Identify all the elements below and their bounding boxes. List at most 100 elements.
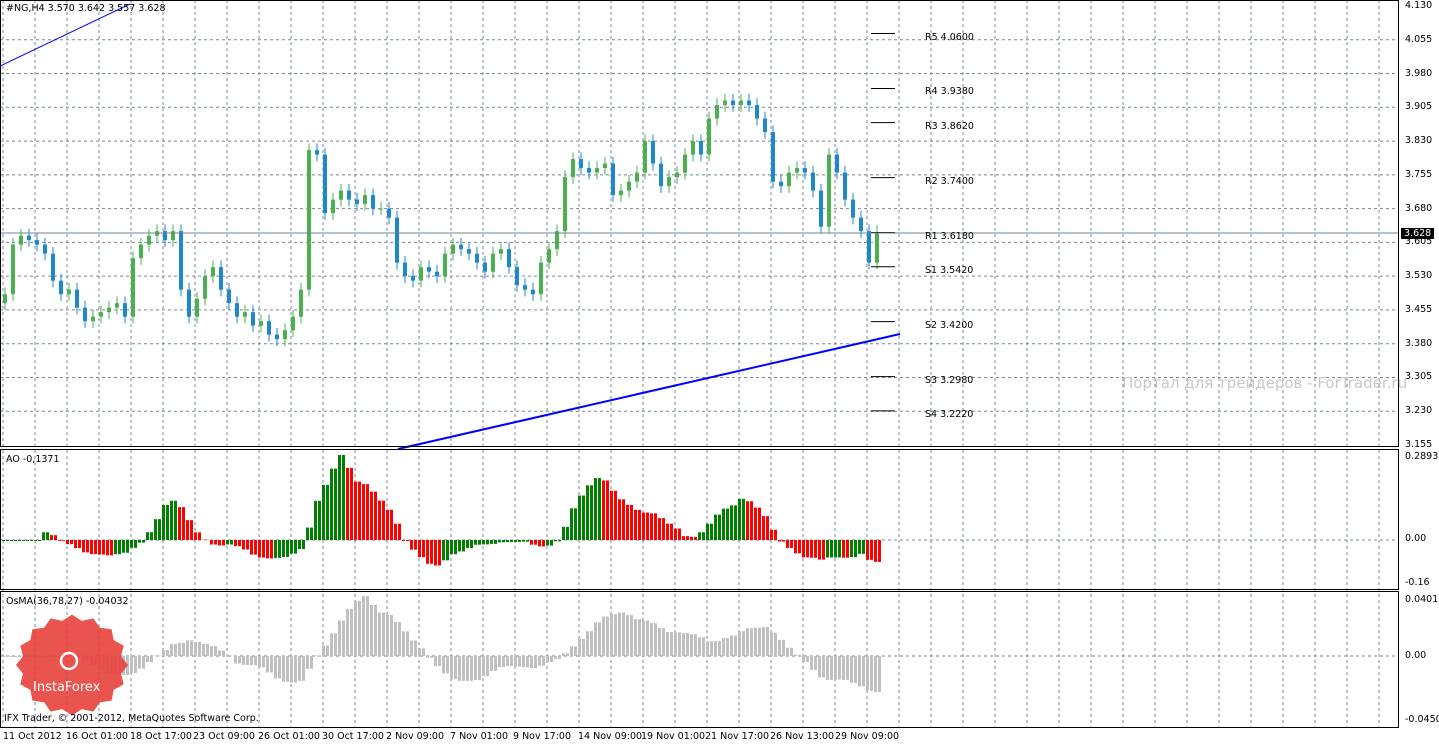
osma-bar bbox=[166, 649, 169, 656]
ao-bar bbox=[218, 540, 221, 546]
osma-bar bbox=[838, 656, 841, 680]
candle-body bbox=[739, 100, 743, 106]
osma-bar bbox=[670, 632, 673, 656]
candle-body bbox=[227, 289, 231, 304]
ao-histogram bbox=[2, 455, 881, 566]
osma-bar bbox=[6, 656, 9, 657]
ao-bar bbox=[498, 540, 501, 543]
ao-bar bbox=[382, 500, 385, 540]
ao-bar bbox=[14, 540, 17, 541]
osma-bar bbox=[690, 634, 693, 656]
price-axis-label: 3.680 bbox=[1405, 202, 1433, 214]
ao-bar bbox=[366, 484, 369, 540]
osma-bar bbox=[694, 634, 697, 656]
ao-bar bbox=[590, 485, 593, 540]
ao-bar bbox=[518, 540, 521, 542]
candle-body bbox=[379, 208, 383, 210]
ao-bar bbox=[2, 540, 5, 541]
ao-bar bbox=[670, 523, 673, 540]
osma-bar bbox=[358, 600, 361, 656]
osma-bar bbox=[686, 633, 689, 656]
osma-bar bbox=[778, 639, 781, 656]
candle-body bbox=[603, 163, 607, 169]
candle-body bbox=[203, 276, 207, 299]
chart-canvas[interactable] bbox=[0, 0, 1439, 745]
candle-body bbox=[699, 141, 703, 155]
osma-bar bbox=[346, 608, 349, 656]
candle-body bbox=[619, 190, 623, 196]
candle-body bbox=[435, 271, 439, 277]
osma-bar bbox=[498, 656, 501, 667]
ao-bar bbox=[610, 490, 613, 540]
ao-bar bbox=[294, 540, 297, 554]
osma-bar bbox=[706, 641, 709, 656]
ao-bar bbox=[514, 540, 517, 542]
osma-bar bbox=[834, 656, 837, 680]
ao-bar bbox=[790, 540, 793, 548]
candle-body bbox=[35, 240, 39, 245]
osma-bar bbox=[170, 644, 173, 656]
candle-body bbox=[635, 172, 639, 182]
ao-bar bbox=[654, 513, 657, 540]
ao-bar bbox=[174, 500, 177, 540]
candle-body bbox=[579, 159, 583, 169]
ao-bar bbox=[774, 529, 777, 540]
pivot-label: R3 3.8620 bbox=[925, 120, 974, 132]
ao-label: AO -0,1371 bbox=[6, 454, 60, 465]
ao-bar bbox=[298, 540, 301, 550]
osma-bar bbox=[250, 656, 253, 666]
osma-bar bbox=[510, 656, 513, 666]
time-axis-label: 21 Nov 17:00 bbox=[705, 731, 770, 742]
pivot-label: S2 3.4200 bbox=[925, 319, 974, 331]
osma-bar bbox=[338, 620, 341, 656]
candle-body bbox=[163, 231, 167, 241]
candle-body bbox=[755, 105, 759, 119]
osma-bar bbox=[206, 643, 209, 656]
trendline-lower[interactable] bbox=[397, 333, 901, 450]
ao-bar bbox=[38, 540, 41, 541]
candle-body bbox=[467, 249, 471, 254]
osma-bar bbox=[646, 620, 649, 656]
candle-body bbox=[747, 100, 751, 106]
ao-bar bbox=[826, 540, 829, 558]
ao-bar bbox=[386, 509, 389, 540]
osma-bar bbox=[862, 656, 865, 687]
osma-bar bbox=[178, 642, 181, 656]
candle-body bbox=[507, 249, 511, 268]
ao-bar bbox=[682, 536, 685, 540]
osma-bar bbox=[394, 621, 397, 656]
osma-bar bbox=[286, 656, 289, 682]
osma-bar bbox=[774, 632, 777, 656]
osma-bar bbox=[310, 656, 313, 669]
osma-bar bbox=[446, 656, 449, 674]
ao-bar bbox=[62, 540, 65, 541]
ao-bar bbox=[278, 540, 281, 558]
osma-bar bbox=[186, 640, 189, 656]
osma-bar bbox=[610, 614, 613, 656]
ao-bar bbox=[438, 540, 441, 566]
candle-body bbox=[75, 289, 79, 308]
ao-bar bbox=[770, 529, 773, 540]
panel-borders bbox=[0, 0, 1399, 728]
ao-bar bbox=[394, 523, 397, 540]
ao-bar bbox=[70, 540, 73, 545]
osma-bar bbox=[794, 654, 797, 656]
ao-bar bbox=[238, 540, 241, 547]
ao-bar bbox=[738, 498, 741, 540]
osma-bar bbox=[858, 656, 861, 687]
candle-body bbox=[859, 217, 863, 232]
osma-bar bbox=[202, 643, 205, 656]
candle-body bbox=[707, 118, 711, 155]
ao-bar bbox=[134, 540, 137, 548]
osma-bar bbox=[506, 656, 509, 666]
ao-bar bbox=[850, 540, 853, 558]
ao-bar bbox=[474, 540, 477, 545]
osma-bar bbox=[234, 656, 237, 664]
ao-bar bbox=[330, 468, 333, 540]
osma-bar bbox=[554, 656, 557, 659]
ao-bar bbox=[422, 540, 425, 558]
ao-bar bbox=[454, 540, 457, 555]
ao-bar bbox=[550, 540, 553, 546]
candle-body bbox=[555, 231, 559, 250]
osma-bar bbox=[806, 656, 809, 663]
